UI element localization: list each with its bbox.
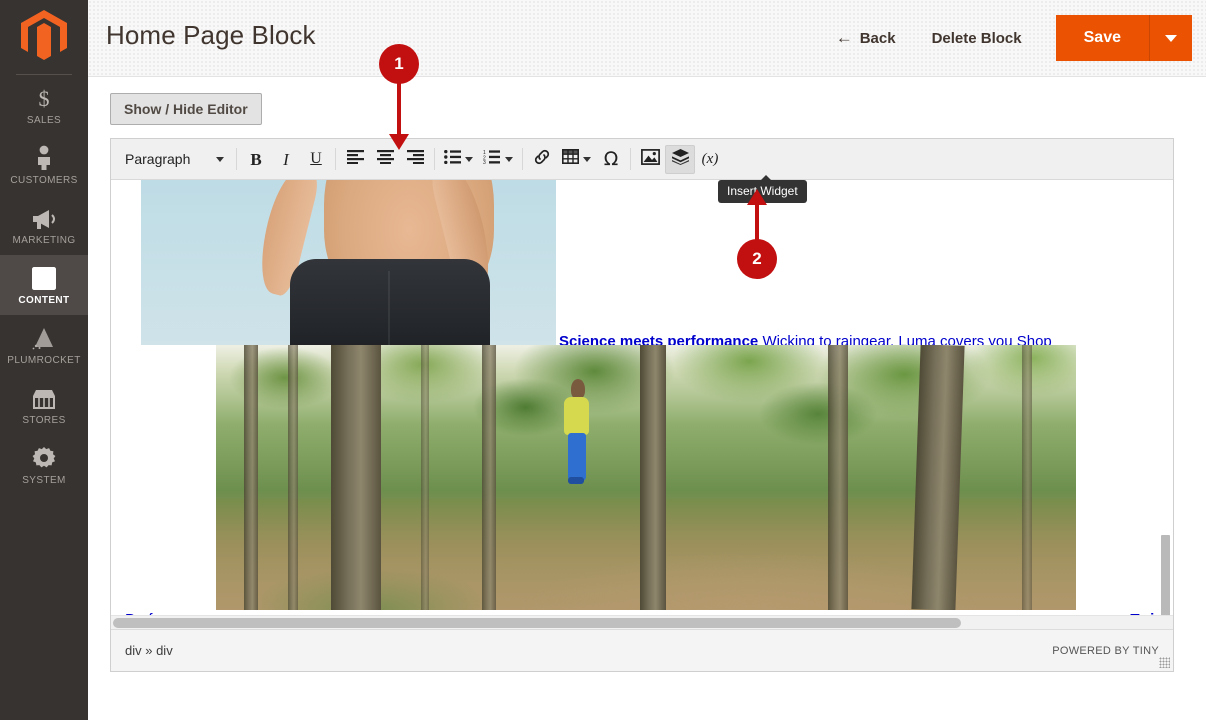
sidebar-item-label: STORES bbox=[22, 415, 66, 426]
save-button-group: Save bbox=[1055, 15, 1192, 61]
chevron-down-icon bbox=[1165, 34, 1177, 42]
numbered-list-icon: 1 2 3 bbox=[483, 150, 501, 169]
save-options-button[interactable] bbox=[1150, 15, 1192, 61]
fitness-leggings-image bbox=[141, 180, 556, 345]
editor-canvas[interactable]: Science meets performance Wicking to rai… bbox=[111, 180, 1173, 629]
align-left-button[interactable] bbox=[340, 145, 370, 174]
format-select[interactable]: Paragraph bbox=[115, 145, 232, 174]
sidebar-item-content[interactable]: CONTENT bbox=[0, 255, 88, 315]
insert-variable-button[interactable]: (x) bbox=[695, 145, 725, 174]
bold-icon: B bbox=[250, 149, 262, 169]
delete-block-button[interactable]: Delete Block bbox=[912, 22, 1042, 55]
toolbar-separator bbox=[236, 148, 237, 170]
chevron-down-icon bbox=[465, 156, 473, 162]
callout-arrow-head bbox=[747, 189, 767, 205]
forest-trail-image bbox=[216, 345, 1076, 610]
align-left-icon bbox=[346, 149, 364, 169]
magento-logo[interactable] bbox=[0, 0, 88, 70]
main-content: Home Page Block ← Back Delete Block Save… bbox=[88, 0, 1206, 720]
page-actions: ← Back Delete Block Save bbox=[820, 15, 1192, 61]
editor-status-bar: div » div POWERED BY TINY bbox=[111, 629, 1173, 671]
sidebar-item-label: CUSTOMERS bbox=[10, 175, 78, 186]
insert-link-button[interactable] bbox=[527, 145, 557, 174]
sidebar-item-plumrocket[interactable]: PLUMROCKET bbox=[0, 315, 88, 375]
tinymce-branding: POWERED BY TINY bbox=[1052, 644, 1159, 657]
editor-vertical-scrollbar[interactable] bbox=[1159, 180, 1171, 629]
insert-image-icon bbox=[640, 148, 660, 170]
insert-widget-icon bbox=[671, 148, 690, 170]
editor-toolbar: Paragraph B I U 1 2 3 Ω (x) bbox=[111, 139, 1173, 180]
element-path[interactable]: div » div bbox=[125, 643, 173, 658]
editor-horizontal-scrollbar[interactable] bbox=[111, 615, 1173, 629]
editor-document: Science meets performance Wicking to rai… bbox=[111, 180, 1173, 629]
insert-table-button[interactable] bbox=[557, 145, 596, 174]
admin-page: $ SALES CUSTOMERS MARKETING CONTENT PLUM… bbox=[0, 0, 1206, 720]
sidebar-item-stores[interactable]: STORES bbox=[0, 375, 88, 435]
megaphone-icon bbox=[31, 204, 57, 230]
bullet-list-button[interactable] bbox=[439, 145, 478, 174]
toolbar-separator bbox=[335, 148, 336, 170]
svg-text:$: $ bbox=[39, 86, 50, 110]
arrow-left-icon: ← bbox=[835, 28, 853, 47]
page-title: Home Page Block bbox=[106, 20, 316, 50]
underline-button[interactable]: U bbox=[301, 145, 331, 174]
toolbar-separator bbox=[630, 148, 631, 170]
resize-handle[interactable] bbox=[1159, 657, 1170, 668]
callout-arrow-stem bbox=[755, 202, 759, 248]
save-button[interactable]: Save bbox=[1055, 15, 1150, 61]
callout-arrow-stem bbox=[397, 82, 401, 136]
wysiwyg-editor: Paragraph B I U 1 2 3 Ω (x) Science meet… bbox=[110, 138, 1174, 672]
show-hide-editor-button[interactable]: Show / Hide Editor bbox=[110, 93, 262, 125]
numbered-list-button[interactable]: 1 2 3 bbox=[478, 145, 518, 174]
sidebar-item-label: SALES bbox=[26, 115, 62, 126]
special-character-button[interactable]: Ω bbox=[596, 145, 626, 174]
align-center-icon bbox=[376, 149, 394, 169]
underline-icon: U bbox=[310, 150, 322, 167]
callout-2: 2 bbox=[737, 189, 777, 279]
editor-toggle-area: Show / Hide Editor bbox=[88, 77, 1206, 125]
bold-button[interactable]: B bbox=[241, 145, 271, 174]
back-button-label: Back bbox=[859, 29, 896, 47]
sidebar-item-sales[interactable]: $ SALES bbox=[0, 75, 88, 135]
gear-icon bbox=[32, 444, 56, 470]
admin-sidebar: $ SALES CUSTOMERS MARKETING CONTENT PLUM… bbox=[0, 0, 88, 720]
callout-arrow-head bbox=[389, 134, 409, 150]
callout-badge: 1 bbox=[379, 44, 419, 84]
back-button[interactable]: ← Back bbox=[820, 20, 912, 56]
insert-variable-icon: (x) bbox=[701, 150, 719, 167]
align-right-icon bbox=[406, 149, 424, 169]
svg-text:3: 3 bbox=[483, 160, 486, 164]
format-select-value: Paragraph bbox=[125, 151, 191, 167]
toolbar-separator bbox=[522, 148, 523, 170]
insert-image-button[interactable] bbox=[635, 145, 665, 174]
link-icon bbox=[533, 148, 551, 171]
sidebar-item-label: CONTENT bbox=[18, 295, 70, 306]
sidebar-item-label: PLUMROCKET bbox=[7, 355, 81, 366]
sidebar-item-customers[interactable]: CUSTOMERS bbox=[0, 135, 88, 195]
italic-icon: I bbox=[283, 149, 289, 169]
scrollbar-thumb[interactable] bbox=[113, 618, 961, 628]
sidebar-item-label: MARKETING bbox=[12, 235, 76, 246]
storefront-icon bbox=[31, 384, 57, 410]
italic-button[interactable]: I bbox=[271, 145, 301, 174]
dollar-icon: $ bbox=[34, 84, 54, 110]
table-icon bbox=[562, 149, 579, 169]
chevron-down-icon bbox=[216, 156, 224, 162]
sidebar-item-system[interactable]: SYSTEM bbox=[0, 435, 88, 495]
chevron-down-icon bbox=[583, 156, 591, 162]
bullet-list-icon bbox=[444, 149, 461, 169]
insert-widget-button[interactable] bbox=[665, 144, 695, 174]
toolbar-separator bbox=[434, 148, 435, 170]
sidebar-item-marketing[interactable]: MARKETING bbox=[0, 195, 88, 255]
special-character-icon: Ω bbox=[603, 147, 619, 170]
chevron-down-icon bbox=[505, 156, 513, 162]
page-header: Home Page Block ← Back Delete Block Save bbox=[88, 0, 1206, 77]
rocket-icon bbox=[29, 324, 59, 350]
layout-icon bbox=[32, 264, 56, 290]
callout-1: 1 bbox=[379, 44, 419, 150]
sidebar-item-label: SYSTEM bbox=[22, 475, 66, 486]
person-icon bbox=[34, 144, 54, 170]
